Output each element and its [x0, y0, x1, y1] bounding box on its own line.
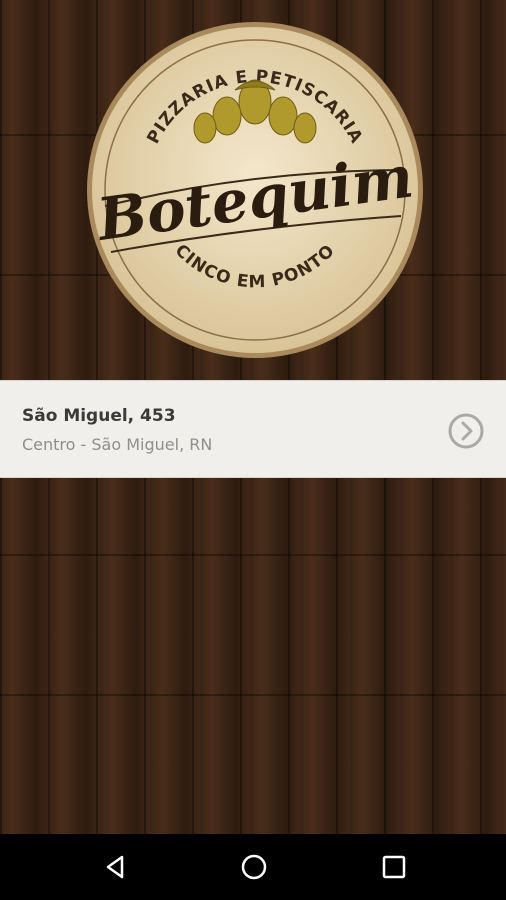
- location-subtitle: Centro - São Miguel, RN: [22, 435, 213, 454]
- brand-logo: PIZZARIA E PETISCARIA CINCO EM PONTO Bot…: [85, 20, 425, 360]
- system-nav-bar: [0, 834, 506, 900]
- recents-square-icon[interactable]: [379, 852, 409, 882]
- location-title: São Miguel, 453: [22, 406, 176, 426]
- home-circle-icon[interactable]: [239, 852, 269, 882]
- location-card[interactable]: São Miguel, 453 Centro - São Miguel, RN: [0, 380, 506, 478]
- back-triangle-icon[interactable]: [100, 852, 130, 882]
- chevron-right-circle-icon[interactable]: [448, 413, 484, 449]
